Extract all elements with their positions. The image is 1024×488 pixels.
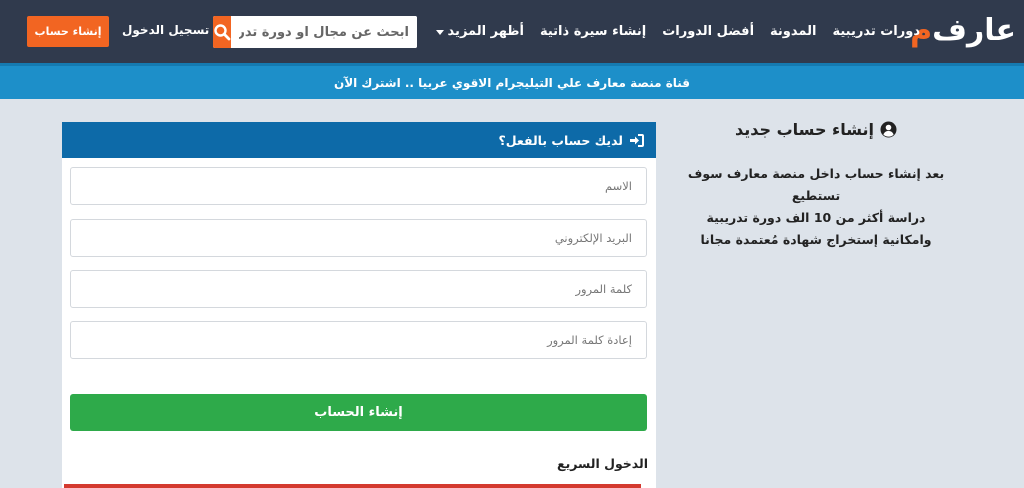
top-header: عارف م دورات تدريبية المدونة أفضل الدورات…: [0, 0, 1024, 63]
logo-text-rest: عارف: [932, 12, 1016, 48]
already-have-account-link[interactable]: لديك حساب بالفعل؟: [62, 122, 656, 158]
nav-item-show-more[interactable]: أظهر المزيد: [428, 24, 532, 39]
nav-label: دورات تدريبية: [832, 24, 920, 39]
signup-button[interactable]: إنشاء حساب: [27, 16, 109, 47]
quick-login-provider-button[interactable]: [64, 484, 641, 488]
sign-in-icon: [630, 133, 644, 147]
info-title: إنشاء حساب جديد: [676, 120, 956, 139]
password-confirm-field[interactable]: [70, 321, 647, 359]
info-line: بعد إنشاء حساب داخل منصة معارف سوف تستطي…: [687, 166, 945, 203]
telegram-banner[interactable]: قناة منصة معارف علي التيليجرام الاقوي عر…: [0, 63, 1024, 99]
card-head-text: لديك حساب بالفعل؟: [498, 132, 623, 148]
login-link[interactable]: تسجيل الدخول: [122, 23, 209, 37]
nav-item-best-courses[interactable]: أفضل الدورات: [654, 24, 762, 39]
nav-item-create-cv[interactable]: إنشاء سيرة ذاتية: [532, 24, 654, 39]
nav-label: أفضل الدورات: [662, 24, 755, 39]
password-field[interactable]: [70, 270, 647, 308]
info-title-text: إنشاء حساب جديد: [734, 120, 875, 139]
main-nav: دورات تدريبية المدونة أفضل الدورات إنشاء…: [428, 0, 928, 63]
info-line: دراسة أكثر من 10 الف دورة تدريبية: [706, 210, 926, 225]
nav-item-courses[interactable]: دورات تدريبية: [824, 24, 928, 39]
signup-info: إنشاء حساب جديد بعد إنشاء حساب داخل منصة…: [676, 120, 956, 251]
nav-label: المدونة: [770, 24, 817, 39]
info-line: وامكانية إستخراج شهادة مُعتمدة مجانا: [700, 232, 932, 247]
search-input[interactable]: [231, 16, 417, 48]
quick-login-label: الدخول السريع: [557, 456, 648, 471]
nav-label: إنشاء سيرة ذاتية: [539, 24, 647, 39]
name-field[interactable]: [70, 167, 647, 205]
nav-label: أظهر المزيد: [447, 24, 524, 39]
nav-item-blog[interactable]: المدونة: [762, 24, 824, 39]
search-icon: [214, 24, 231, 41]
signup-form-card: لديك حساب بالفعل؟ إنشاء الحساب الدخول ال…: [62, 122, 656, 488]
search-button[interactable]: [213, 16, 231, 48]
email-field[interactable]: [70, 219, 647, 257]
search-box: [213, 16, 417, 48]
user-circle-icon: [880, 121, 897, 138]
banner-text: قناة منصة معارف علي التيليجرام الاقوي عر…: [333, 75, 691, 90]
create-account-button[interactable]: إنشاء الحساب: [70, 394, 647, 431]
info-description: بعد إنشاء حساب داخل منصة معارف سوف تستطي…: [676, 163, 956, 251]
caret-down-icon: [435, 30, 444, 35]
